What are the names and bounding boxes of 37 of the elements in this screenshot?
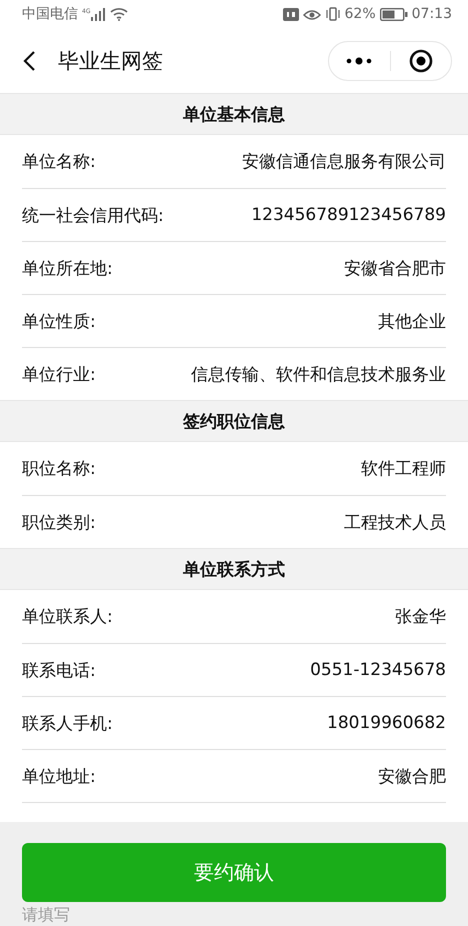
field-value: 18019960682 [327,713,446,733]
field-value: 其他企业 [378,310,446,332]
field-label: 职位类别: [22,512,96,534]
field-label: 单位性质: [22,310,96,332]
confirm-button[interactable]: 要约确认 [22,843,446,902]
field-value: 0551-12345678 [310,660,446,680]
section-header: 单位基本信息 [0,93,468,135]
clock-time: 07:13 [412,6,452,22]
vibrate-icon [324,7,341,21]
field-label: 联系电话: [22,660,96,682]
field-value: 123456789123456789 [251,205,446,225]
field-label: 统一社会信用代码: [22,204,164,226]
eye-icon [302,8,321,20]
field-value: 工程技术人员 [344,512,446,534]
field-label: 单位行业: [22,364,96,386]
field-label: 联系人手机: [22,712,113,734]
field-value: 软件工程师 [361,458,446,480]
more-icon[interactable] [346,56,372,64]
input-field[interactable]: 请填写 [22,905,70,926]
field-value: 信息传输、软件和信息技术服务业 [191,364,446,386]
back-icon[interactable] [22,50,36,72]
carrier-name: 中国电信 [22,5,78,23]
field-label: 单位所在地: [22,258,113,280]
field-value: 安徽省合肥市 [344,258,446,280]
field-value: 安徽信通信息服务有限公司 [242,151,446,173]
battery-icon [380,8,408,20]
field-value: 张金华 [395,606,446,628]
field-label: 单位联系人: [22,606,113,628]
section-header: 签约职位信息 [0,400,468,442]
wifi-icon [110,7,128,21]
field-label: 单位地址: [22,766,96,788]
field-value: 安徽合肥 [378,766,446,788]
battery-percent: 62% [344,6,376,22]
section-header: 单位联系方式 [0,548,468,590]
field-label: 单位名称: [22,151,96,173]
field-label: 职位名称: [22,458,96,480]
page-title: 毕业生网签 [58,48,164,74]
